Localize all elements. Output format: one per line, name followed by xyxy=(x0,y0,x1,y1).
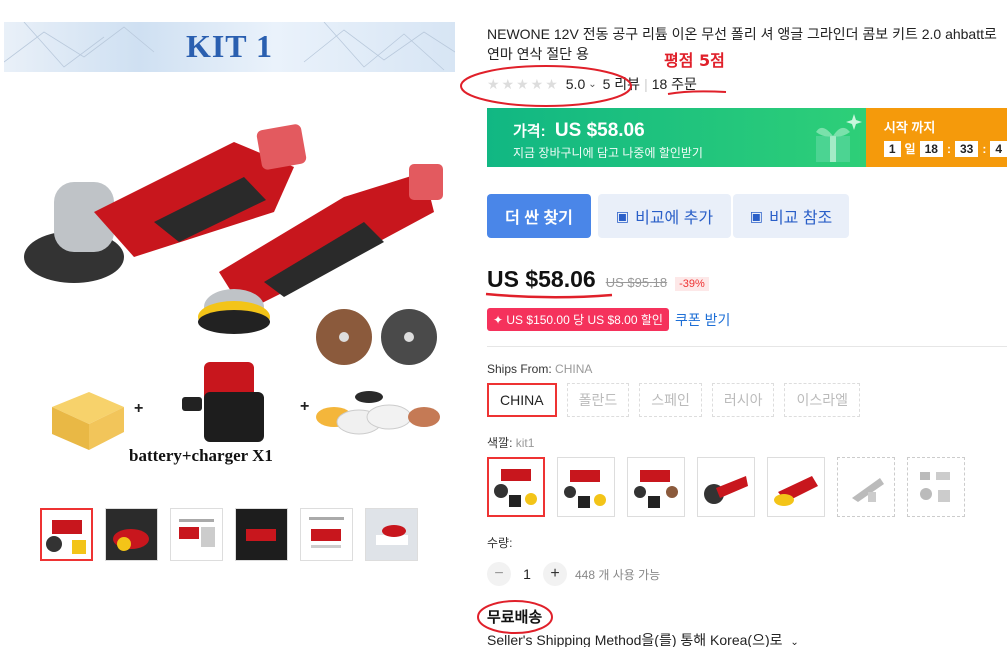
product-title: NEWONE 12V 전동 공구 리튬 이온 무선 폴리 셔 앵글 그라인더 콤… xyxy=(487,26,997,62)
reviews-count[interactable]: 5 리뷰 xyxy=(603,74,640,94)
coupon-row: ✦ US $150.00 당 US $8.00 할인 쿠폰 받기 xyxy=(487,308,730,331)
add-compare-label: 비교에 추가 xyxy=(635,210,714,227)
promo-subtitle: 지금 장바구니에 담고 나중에 할인받기 xyxy=(513,146,703,160)
divider: | xyxy=(644,76,648,92)
coupon-chip[interactable]: ✦ US $150.00 당 US $8.00 할인 xyxy=(487,308,669,331)
color-label: 색깔: kit1 xyxy=(487,434,534,451)
countdown-sep: : xyxy=(982,141,987,156)
available-count: 448 개 사용 가능 xyxy=(575,567,661,582)
banner-title: KIT 1 xyxy=(185,28,274,64)
quantity-value[interactable]: 1 xyxy=(511,566,543,582)
free-shipping-label: 무료배송 xyxy=(487,609,543,626)
tools-illustration xyxy=(24,124,443,450)
view-compare-button[interactable]: ▣ 비교 참조 xyxy=(733,194,849,238)
thumbnail[interactable] xyxy=(40,508,93,561)
ship-option-israel[interactable]: 이스라엘 xyxy=(784,383,861,417)
promo-banner: 가격: US $58.06 지금 장바구니에 담고 나중에 할인받기 시작 까지… xyxy=(487,108,1007,167)
plus-icon[interactable]: + xyxy=(543,562,567,586)
quantity-label: 수량: xyxy=(487,536,513,550)
countdown-hours: 18 xyxy=(919,140,943,157)
countdown-day-unit: 일 xyxy=(904,142,916,156)
ships-from-label: Ships From: CHINA xyxy=(487,362,592,376)
ships-from-options: CHINA 폴란드 스페인 러시아 이스라엘 xyxy=(487,383,861,417)
thumbnail[interactable] xyxy=(105,508,158,561)
color-swatch[interactable] xyxy=(557,457,615,517)
ship-option-poland[interactable]: 폴란드 xyxy=(566,383,630,417)
quantity-stepper: − 1 + 448 개 사용 가능 xyxy=(487,562,660,586)
product-gallery: KIT 1 + + battery+charger X1 xyxy=(0,18,465,561)
plus-sign: + xyxy=(300,398,310,415)
ship-option-spain[interactable]: 스페인 xyxy=(639,383,702,417)
shipping-method[interactable]: Seller's Shipping Method을(를) 통해 Korea(으)… xyxy=(487,630,799,647)
countdown-timer: 1 일 18 : 33 : 4 xyxy=(883,140,1007,157)
add-compare-icon: ▣ xyxy=(615,207,630,224)
ships-from-value: CHINA xyxy=(555,362,593,376)
promo-price-label: 가격: xyxy=(513,123,546,140)
rating-stars-icon: ★★★★★ xyxy=(487,75,560,92)
thumbnail[interactable] xyxy=(300,508,353,561)
rating-value[interactable]: 5.0 xyxy=(566,76,585,92)
kit-caption: battery+charger X1 xyxy=(129,446,273,465)
thumbnail[interactable] xyxy=(365,508,418,561)
divider xyxy=(487,346,1007,347)
color-swatch[interactable] xyxy=(487,457,545,517)
price-row: US $58.06 US $95.18 -39% xyxy=(487,266,709,293)
color-swatch[interactable] xyxy=(697,457,755,517)
color-value: kit1 xyxy=(515,436,535,450)
ships-from-title: Ships From: xyxy=(487,362,552,376)
thumbnail[interactable] xyxy=(170,508,223,561)
promo-countdown: 시작 까지 1 일 18 : 33 : 4 xyxy=(865,108,1007,167)
view-compare-label: 비교 참조 xyxy=(768,210,833,227)
countdown-sep: : xyxy=(946,141,951,156)
kit-banner: KIT 1 xyxy=(4,22,455,72)
view-compare-icon: ▣ xyxy=(749,207,763,224)
countdown-minutes: 33 xyxy=(954,140,979,157)
annotation-underline-price xyxy=(485,292,613,299)
color-title: 색깔: xyxy=(487,436,513,450)
ship-option-china[interactable]: CHINA xyxy=(487,383,557,417)
coupon-text: US $150.00 당 US $8.00 할인 xyxy=(506,313,663,327)
color-swatch[interactable] xyxy=(907,457,965,517)
rating-row: ★★★★★ 5.0 ⌄ 5 리뷰 | 18 주문 xyxy=(487,72,697,96)
minus-icon[interactable]: − xyxy=(487,562,511,586)
color-swatch[interactable] xyxy=(627,457,685,517)
thumbnail-strip xyxy=(40,508,418,561)
color-swatch[interactable] xyxy=(767,457,825,517)
plus-sign: + xyxy=(134,400,144,417)
promo-price-value: US $58.06 xyxy=(554,120,645,141)
current-price: US $58.06 xyxy=(487,266,596,292)
main-product-image[interactable]: KIT 1 + + battery+charger X1 xyxy=(4,22,455,482)
color-swatch[interactable] xyxy=(837,457,895,517)
countdown-seconds: 4 xyxy=(990,140,1007,157)
orders-count: 18 주문 xyxy=(651,76,697,92)
original-price: US $95.18 xyxy=(605,275,668,290)
color-swatches xyxy=(487,457,965,517)
countdown-days: 1 xyxy=(883,140,901,157)
sparkle-icon: ✦ xyxy=(493,313,507,327)
get-coupon-link[interactable]: 쿠폰 받기 xyxy=(675,310,730,330)
chevron-down-icon[interactable]: ⌄ xyxy=(588,79,596,90)
add-compare-button[interactable]: ▣ 비교에 추가 xyxy=(598,194,731,238)
promo-price-panel: 가격: US $58.06 지금 장바구니에 담고 나중에 할인받기 xyxy=(487,108,866,167)
shipping-method-text: Seller's Shipping Method을(를) 통해 Korea(으)… xyxy=(487,632,783,647)
discount-badge: -39% xyxy=(675,277,709,291)
chevron-down-icon: ⌄ xyxy=(790,637,799,647)
countdown-label: 시작 까지 xyxy=(883,120,936,135)
annotation-rating-note: 평점 5점 xyxy=(664,51,725,70)
ship-option-russia[interactable]: 러시아 xyxy=(711,383,775,417)
find-cheaper-button[interactable]: 더 싼 찾기 xyxy=(487,194,591,238)
thumbnail[interactable] xyxy=(235,508,288,561)
